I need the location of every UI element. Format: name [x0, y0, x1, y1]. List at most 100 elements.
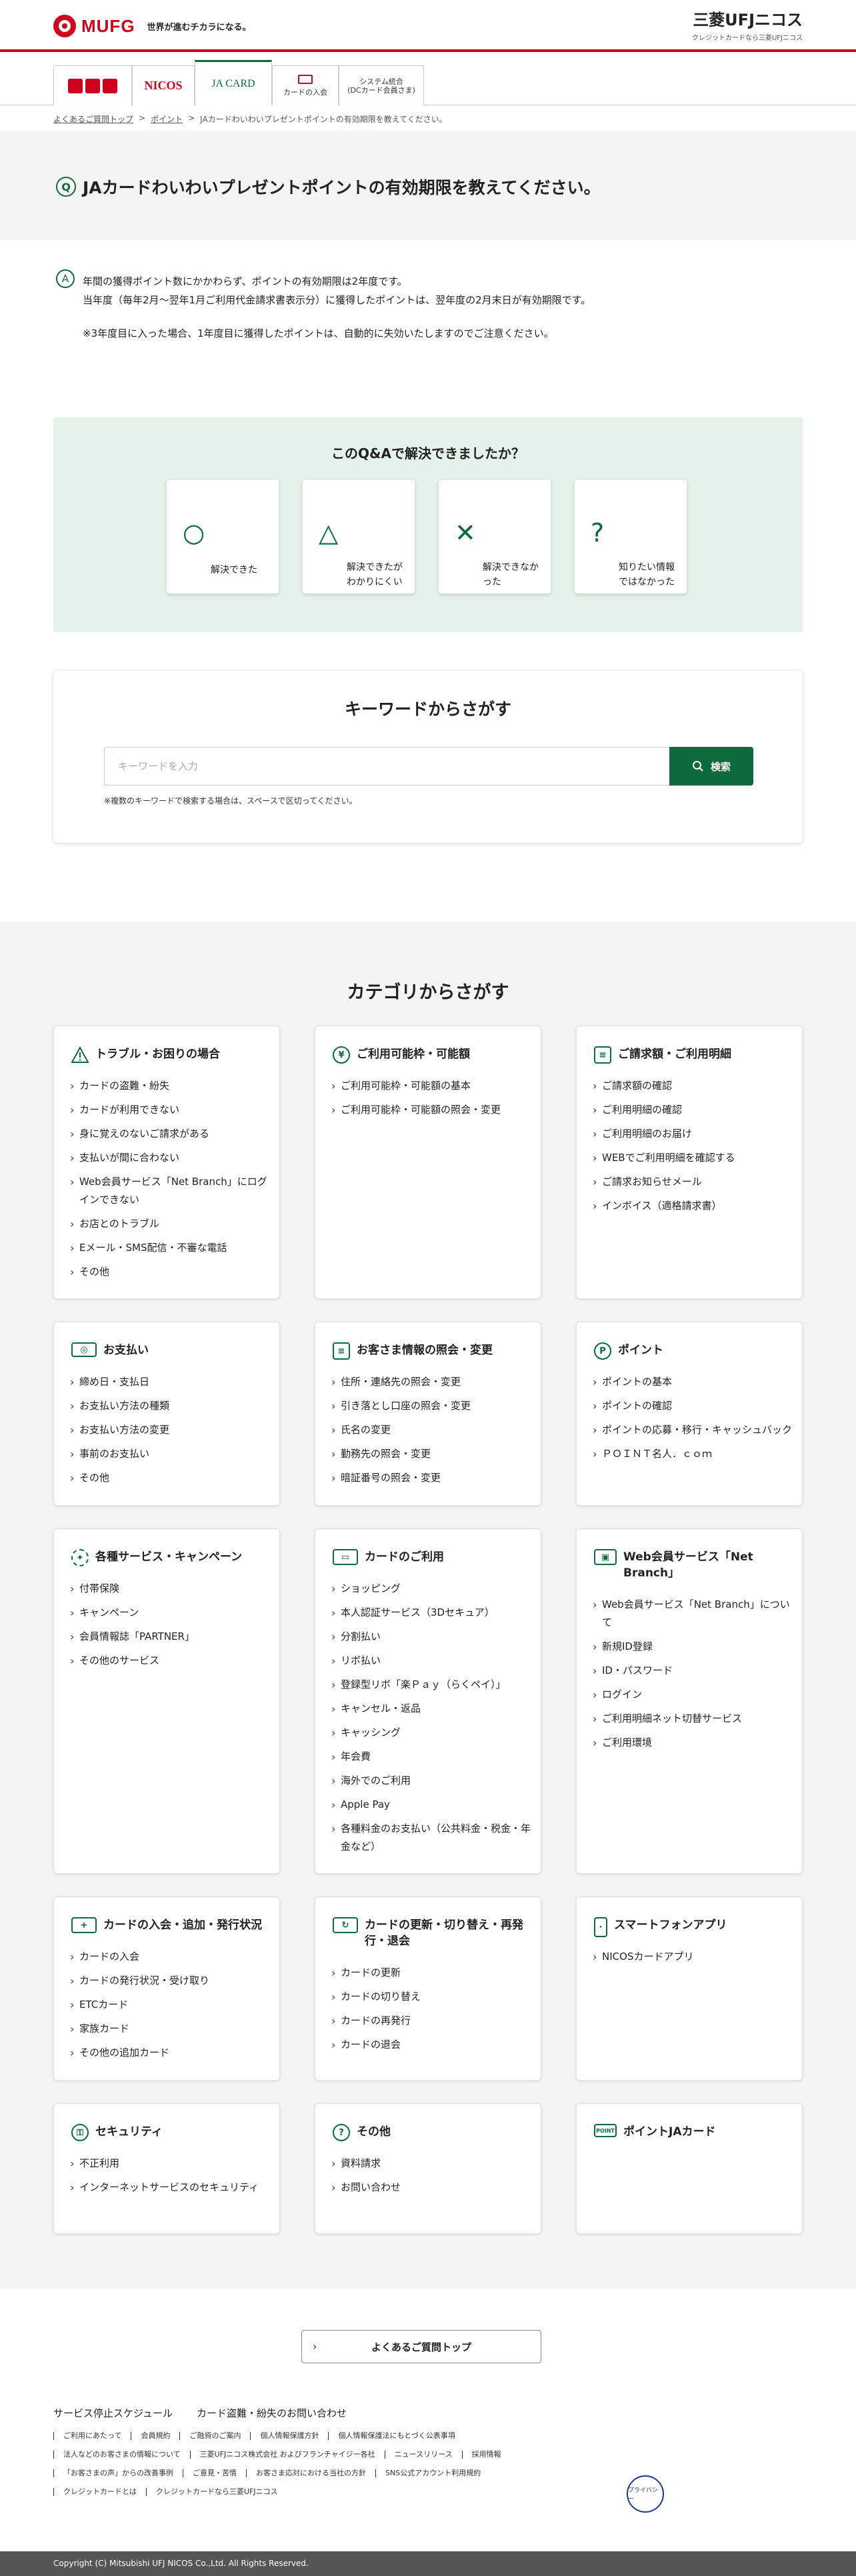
- footer-link[interactable]: 法人などのお客さまの情報について: [53, 2451, 190, 2459]
- footer-link[interactable]: お客さま応対における当社の方針: [246, 2469, 375, 2477]
- category-link[interactable]: インターネットサービスのセキュリティ: [70, 2179, 270, 2197]
- category-card-security[interactable]: ⚿ セキュリティ 不正利用 インターネットサービスのセキュリティ: [53, 2103, 280, 2234]
- category-link[interactable]: お支払い方法の変更: [70, 1421, 270, 1439]
- footer-link-service-schedule[interactable]: サービス停止スケジュール: [53, 2406, 173, 2420]
- category-card-card-application[interactable]: + カードの入会・追加・発行状況 カードの入会 カードの発行状況・受け取り ET…: [53, 1896, 280, 2081]
- category-link[interactable]: 不正利用: [70, 2155, 270, 2173]
- category-link[interactable]: カードの発行状況・受け取り: [70, 1972, 270, 1990]
- category-card-payment[interactable]: ◎ お支払い 締め日・支払日 お支払い方法の種類 お支払い方法の変更 事前のお支…: [53, 1322, 280, 1506]
- category-link[interactable]: その他: [70, 1263, 270, 1281]
- category-link[interactable]: 各種料金のお支払い（公共料金・税金・年金など）: [331, 1820, 531, 1856]
- category-link[interactable]: カードの切り替え: [331, 1988, 531, 2006]
- category-link[interactable]: NICOSカードアプリ: [593, 1948, 793, 1966]
- search-button[interactable]: 検索: [669, 747, 753, 786]
- category-link[interactable]: カードの盗難・紛失: [70, 1077, 270, 1095]
- privacy-mark-icon[interactable]: プライバシー: [627, 2475, 664, 2513]
- breadcrumb-faq-top[interactable]: よくあるご質問トップ: [53, 113, 133, 125]
- category-link[interactable]: キャンセル・返品: [331, 1700, 531, 1718]
- category-link[interactable]: 事前のお支払い: [70, 1445, 270, 1463]
- category-link[interactable]: ご利用可能枠・可能額の基本: [331, 1077, 531, 1095]
- category-card-customer-info[interactable]: ≡ お客さま情報の照会・変更 住所・連絡先の照会・変更 引き落とし口座の照会・変…: [315, 1322, 541, 1506]
- category-card-credit-limit[interactable]: ¥ ご利用可能枠・可能額 ご利用可能枠・可能額の基本 ご利用可能枠・可能額の照会…: [315, 1026, 541, 1299]
- category-card-billing[interactable]: ≡ ご請求額・ご利用明細 ご請求額の確認 ご利用明細の確認 ご利用明細のお届け …: [576, 1026, 803, 1299]
- faq-top-button[interactable]: › よくあるご質問トップ: [301, 2330, 541, 2363]
- footer-link[interactable]: ご利用にあたって: [53, 2432, 131, 2440]
- category-link[interactable]: ご請求額の確認: [593, 1077, 793, 1095]
- feedback-not-resolved-button[interactable]: ✕ 解決できなか った: [439, 480, 551, 593]
- category-link[interactable]: Web会員サービス「Net Branch」について: [593, 1596, 793, 1632]
- footer-link[interactable]: ご意見・苦情: [183, 2469, 246, 2477]
- category-card-services[interactable]: ✦ 各種サービス・キャンペーン 付帯保険 キャンペーン 会員情報誌「PARTNE…: [53, 1528, 280, 1874]
- footer-link[interactable]: クレジットカードとは: [53, 2488, 146, 2496]
- category-link[interactable]: 分割払い: [331, 1628, 531, 1646]
- category-link[interactable]: 締め日・支払日: [70, 1373, 270, 1391]
- category-card-point[interactable]: P ポイント ポイントの基本 ポイントの確認 ポイントの応募・移行・キャッシュバ…: [576, 1322, 803, 1506]
- category-link[interactable]: ID・パスワード: [593, 1662, 793, 1680]
- category-link[interactable]: カードの再発行: [331, 2012, 531, 2030]
- category-link[interactable]: リボ払い: [331, 1652, 531, 1670]
- category-link[interactable]: Apple Pay: [331, 1796, 531, 1814]
- tab-mufg-card[interactable]: [53, 65, 132, 105]
- category-link[interactable]: 勤務先の照会・変更: [331, 1445, 531, 1463]
- breadcrumb-point[interactable]: ポイント: [151, 113, 183, 125]
- category-link[interactable]: ご利用環境: [593, 1734, 793, 1752]
- category-link[interactable]: 身に覚えのないご請求がある: [70, 1125, 270, 1143]
- category-link[interactable]: ご利用明細の確認: [593, 1101, 793, 1119]
- category-link[interactable]: 支払いが間に合わない: [70, 1149, 270, 1167]
- category-link[interactable]: カードの退会: [331, 2036, 531, 2054]
- footer-link[interactable]: 個人情報保護方針: [250, 2432, 328, 2440]
- category-link[interactable]: 登録型リボ「楽Ｐａｙ（らくペイ）」: [331, 1676, 531, 1694]
- category-link[interactable]: 海外でのご利用: [331, 1772, 531, 1790]
- category-link[interactable]: Eメール・SMS配信・不審な電話: [70, 1239, 270, 1257]
- footer-link[interactable]: ご融資のご案内: [179, 2432, 250, 2440]
- category-card-card-renewal[interactable]: ↻ カードの更新・切り替え・再発行・退会 カードの更新 カードの切り替え カード…: [315, 1896, 541, 2081]
- tab-card-application[interactable]: カードの入会: [272, 65, 339, 105]
- category-link[interactable]: その他の追加カード: [70, 2044, 270, 2062]
- category-link[interactable]: お支払い方法の種類: [70, 1397, 270, 1415]
- category-link[interactable]: ログイン: [593, 1686, 793, 1704]
- category-link[interactable]: カードの更新: [331, 1964, 531, 1982]
- feedback-hard-to-understand-button[interactable]: △ 解決できたが わかりにくい: [303, 480, 415, 593]
- category-link[interactable]: キャッシング: [331, 1724, 531, 1742]
- tab-nicos[interactable]: NICOS: [132, 65, 195, 105]
- category-link[interactable]: ポイントの基本: [593, 1373, 793, 1391]
- category-link[interactable]: 資料請求: [331, 2155, 531, 2173]
- category-link[interactable]: キャンペーン: [70, 1604, 270, 1622]
- category-link[interactable]: WEBでご利用明細を確認する: [593, 1149, 793, 1167]
- category-link[interactable]: 付帯保険: [70, 1580, 270, 1598]
- footer-link[interactable]: 個人情報保護法にもとづく公表事項: [328, 2432, 464, 2440]
- category-link[interactable]: ETCカード: [70, 1996, 270, 2014]
- category-card-point-ja-card[interactable]: POINT ポイントJAカード: [576, 2103, 803, 2234]
- category-link[interactable]: ご利用可能枠・可能額の照会・変更: [331, 1101, 531, 1119]
- category-link[interactable]: 新規ID登録: [593, 1638, 793, 1656]
- tab-system-integration[interactable]: システム統合 (DCカード会員さま): [339, 65, 424, 105]
- category-link[interactable]: その他: [70, 1469, 270, 1487]
- category-link[interactable]: 暗証番号の照会・変更: [331, 1469, 531, 1487]
- category-card-smartphone-app[interactable]: · スマートフォンアプリ NICOSカードアプリ: [576, 1896, 803, 2081]
- category-link[interactable]: 住所・連絡先の照会・変更: [331, 1373, 531, 1391]
- category-card-other[interactable]: ? その他 資料請求 お問い合わせ: [315, 2103, 541, 2234]
- footer-link[interactable]: ニュースリリース: [384, 2451, 462, 2459]
- tab-ja-card[interactable]: JA CARD: [195, 60, 272, 105]
- category-card-card-usage[interactable]: ▭ カードのご利用 ショッピング 本人認証サービス（3Dセキュア） 分割払い リ…: [315, 1528, 541, 1874]
- category-link[interactable]: 会員情報誌「PARTNER」: [70, 1628, 270, 1646]
- category-link[interactable]: Web会員サービス「Net Branch」にログインできない: [70, 1173, 270, 1209]
- category-link[interactable]: 本人認証サービス（3Dセキュア）: [331, 1604, 531, 1622]
- footer-link[interactable]: SNS公式アカウント利用規約: [375, 2469, 490, 2477]
- category-link[interactable]: インボイス（適格請求書）: [593, 1197, 793, 1215]
- category-link[interactable]: お問い合わせ: [331, 2179, 531, 2197]
- category-link[interactable]: ショッピング: [331, 1580, 531, 1598]
- footer-link[interactable]: クレジットカードなら三菱UFJニコス: [146, 2488, 287, 2496]
- category-link[interactable]: ポイントの応募・移行・キャッシュバック: [593, 1421, 793, 1439]
- category-link[interactable]: 年会費: [331, 1748, 531, 1766]
- footer-link[interactable]: 三菱UFJニコス株式会社 およびフランチャイジー各社: [189, 2451, 385, 2459]
- category-link[interactable]: ＰＯＩＮＴ名人．ｃｏｍ: [593, 1445, 793, 1463]
- feedback-not-wanted-info-button[interactable]: ? 知りたい情報 ではなかった: [575, 480, 687, 593]
- category-link[interactable]: ご利用明細ネット切替サービス: [593, 1710, 793, 1728]
- mufg-logo[interactable]: MUFG 世界が進むチカラになる。: [53, 15, 251, 37]
- category-link[interactable]: カードの入会: [70, 1948, 270, 1966]
- category-link[interactable]: 氏名の変更: [331, 1421, 531, 1439]
- footer-link[interactable]: 「お客さまの声」からの改善事例: [53, 2469, 183, 2477]
- search-input[interactable]: [104, 747, 669, 786]
- category-link[interactable]: ご請求お知らせメール: [593, 1173, 793, 1191]
